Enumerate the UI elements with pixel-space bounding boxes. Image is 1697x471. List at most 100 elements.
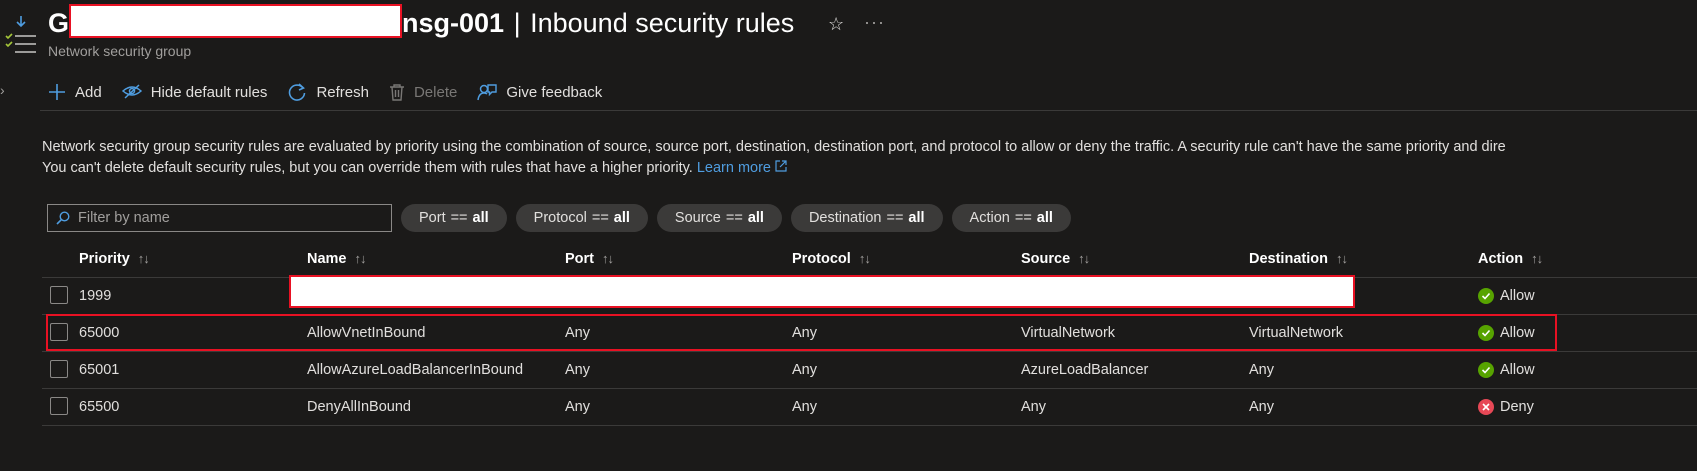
sort-arrows-icon: ↑↓	[602, 251, 614, 266]
plus-icon	[49, 84, 65, 100]
column-header-priority[interactable]: Priority ↑↓	[79, 240, 150, 277]
table-row[interactable]: 65001 AllowAzureLoadBalancerInBound Any …	[42, 352, 1697, 389]
column-header-label: Protocol	[792, 250, 851, 267]
action-cell: Deny	[1478, 389, 1534, 425]
external-link-icon	[775, 160, 787, 172]
row-checkbox[interactable]	[50, 286, 68, 304]
action-filter-pill[interactable]: Action == all	[951, 204, 1071, 232]
priority-cell: 1999	[79, 288, 112, 304]
command-bar: Add Hide default rules Refresh Delete Gi…	[48, 78, 622, 106]
add-button[interactable]: Add	[48, 83, 102, 101]
column-header-label: Source	[1021, 250, 1071, 267]
column-header-label: Priority	[79, 250, 130, 267]
priority-cell: 65500	[79, 399, 120, 415]
filter-by-name-input[interactable]	[76, 209, 380, 227]
pill-operator: ==	[725, 210, 743, 226]
info-line-2: You can't delete default security rules,…	[42, 158, 1506, 179]
pill-label: Destination	[808, 210, 882, 226]
row-checkbox[interactable]	[50, 323, 68, 341]
expand-chevron-icon[interactable]: ›	[0, 82, 5, 98]
action-cell: Allow	[1478, 315, 1535, 351]
sort-arrows-icon: ↑↓	[1335, 251, 1348, 266]
title-prefix: G	[48, 8, 70, 38]
name-cell[interactable]: AllowAzureLoadBalancerInBound	[307, 352, 523, 388]
row-checkbox[interactable]	[50, 360, 68, 378]
eye-hide-icon	[121, 84, 142, 99]
pill-value: all	[613, 210, 630, 226]
title-separator: |	[513, 8, 521, 38]
priority-cell: 65000	[79, 325, 120, 341]
pill-label: Source	[674, 210, 721, 226]
column-header-port[interactable]: Port ↑↓	[565, 240, 614, 277]
pill-label: Protocol	[533, 210, 587, 226]
security-rules-grid: Priority ↑↓ Name ↑↓ Port ↑↓ Protocol ↑↓ Sour…	[42, 240, 1697, 426]
action-cell: Allow	[1478, 278, 1535, 314]
sort-arrows-icon: ↑↓	[354, 251, 367, 266]
table-row[interactable]: 65000 AllowVnetInBound Any Any VirtualNe…	[42, 315, 1697, 352]
resource-menu-icon	[4, 14, 38, 59]
action-label: Allow	[1500, 288, 1535, 304]
delete-button[interactable]: Delete	[389, 83, 457, 101]
source-cell: AzureLoadBalancer	[1021, 362, 1149, 378]
column-header-name[interactable]: Name ↑↓	[307, 240, 367, 277]
refresh-icon	[289, 83, 306, 101]
filter-by-name-field[interactable]	[47, 204, 392, 232]
name-cell[interactable]: AllowVnetInBound	[307, 315, 426, 351]
refresh-button[interactable]: Refresh	[287, 82, 369, 102]
favorite-star-icon[interactable]: ☆	[828, 14, 844, 35]
trash-icon	[389, 84, 404, 101]
toolbar-divider	[40, 110, 1697, 111]
allow-check-icon	[1478, 362, 1494, 378]
left-rail: ›	[0, 0, 36, 471]
table-row[interactable]: 65500 DenyAllInBound Any Any Any Any Den…	[42, 389, 1697, 426]
row-checkbox[interactable]	[50, 397, 68, 415]
more-options-icon[interactable]: ···	[864, 12, 885, 33]
sort-arrows-icon: ↑↓	[137, 251, 150, 266]
destination-cell: Any	[1249, 399, 1274, 415]
filter-row: Port==all Protocol==all Source==all Dest…	[47, 204, 1071, 232]
column-header-source[interactable]: Source ↑↓	[1021, 240, 1090, 277]
column-header-label: Destination	[1249, 250, 1328, 267]
sort-arrows-icon: ↑↓	[1531, 251, 1543, 266]
column-header-action[interactable]: Action ↑↓	[1478, 240, 1543, 277]
learn-more-link[interactable]: Learn more	[697, 160, 787, 176]
redacted-name-box	[69, 4, 403, 38]
source-filter-pill[interactable]: Source == all	[656, 204, 782, 232]
grid-header-row: Priority ↑↓ Name ↑↓ Port ↑↓ Protocol ↑↓ Sour…	[42, 240, 1697, 278]
hide-default-rules-button[interactable]: Hide default rules	[121, 83, 268, 101]
column-header-destination[interactable]: Destination ↑↓	[1249, 240, 1348, 277]
info-line-2-text: You can't delete default security rules,…	[42, 160, 693, 176]
port-cell: Any	[565, 399, 590, 415]
page-title: Gnsg-001 | Inbound security rules	[48, 4, 794, 41]
action-label: Allow	[1500, 362, 1535, 378]
protocol-cell: Any	[792, 325, 817, 341]
port-cell: Any	[565, 362, 590, 378]
protocol-cell: Any	[792, 399, 817, 415]
protocol-filter-pill[interactable]: Protocol == all	[515, 204, 648, 232]
pill-value: all	[908, 210, 925, 226]
pill-label: Port	[419, 210, 446, 226]
destination-cell: Any	[1249, 362, 1274, 378]
sort-arrows-icon: ↑↓	[858, 251, 871, 266]
info-line-1: Network security group security rules ar…	[42, 139, 1506, 155]
column-header-label: Action	[1478, 250, 1524, 267]
feedback-person-icon	[477, 84, 498, 101]
add-button-label: Add	[75, 83, 102, 101]
refresh-button-label: Refresh	[316, 83, 369, 101]
column-header-protocol[interactable]: Protocol ↑↓	[792, 240, 871, 277]
column-header-label: Port	[565, 250, 594, 267]
port-filter-pill[interactable]: Port == all	[401, 204, 507, 232]
action-label: Deny	[1500, 399, 1534, 415]
protocol-cell: Any	[792, 362, 817, 378]
hide-default-rules-label: Hide default rules	[150, 83, 268, 101]
pill-value: all	[747, 210, 764, 226]
page-header: Gnsg-001 | Inbound security rules Networ…	[48, 4, 794, 59]
pill-operator: ==	[886, 210, 904, 226]
give-feedback-button[interactable]: Give feedback	[477, 82, 602, 102]
destination-filter-pill[interactable]: Destination == all	[790, 204, 943, 232]
pill-label: Action	[969, 210, 1010, 226]
port-cell: Any	[565, 325, 590, 341]
pill-operator: ==	[591, 210, 609, 226]
redacted-rule-box	[289, 275, 1355, 308]
name-cell[interactable]: DenyAllInBound	[307, 389, 411, 425]
